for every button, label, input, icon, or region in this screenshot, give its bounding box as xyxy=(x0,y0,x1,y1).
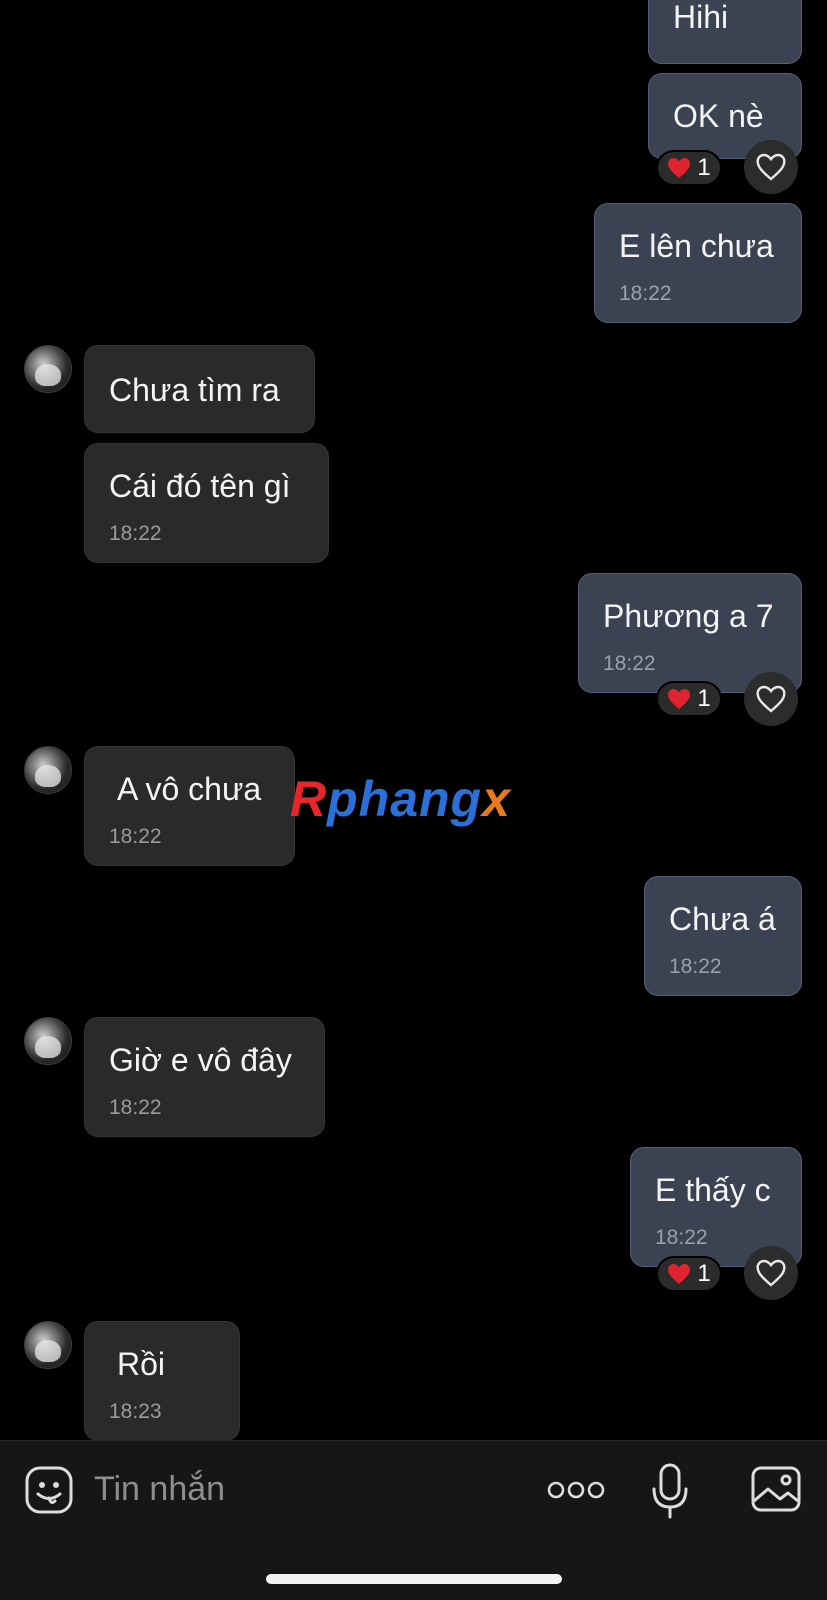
heart-outline-icon xyxy=(756,1259,786,1287)
avatar[interactable] xyxy=(24,345,72,393)
red-heart-icon xyxy=(668,1264,691,1284)
avatar[interactable] xyxy=(24,1017,72,1065)
message-text: Giờ e vô đây xyxy=(109,1042,292,1078)
heart-outline-icon xyxy=(756,685,786,713)
message-time: 18:22 xyxy=(619,282,672,305)
avatar[interactable] xyxy=(24,1321,72,1369)
heart-outline-icon xyxy=(756,153,786,181)
red-heart-icon xyxy=(668,689,691,709)
message-text: A vô chưa xyxy=(117,771,262,807)
watermark-logo: Rphangx xyxy=(290,771,511,827)
reaction-badge[interactable]: 1 xyxy=(656,681,722,717)
like-button[interactable] xyxy=(744,140,798,194)
message-text: OK nè xyxy=(673,98,764,134)
reaction-badge[interactable]: 1 xyxy=(656,150,722,186)
message-time: 18:22 xyxy=(109,1096,162,1119)
message-bubble-sent[interactable]: Hihi xyxy=(648,0,802,64)
microphone-icon[interactable] xyxy=(650,1463,690,1519)
message-text: E thấy c xyxy=(655,1172,771,1208)
message-bubble-received[interactable]: Chưa tìm ra xyxy=(84,345,315,433)
avatar[interactable] xyxy=(24,746,72,794)
message-text: Rồi xyxy=(117,1346,166,1382)
smiley-icon[interactable] xyxy=(24,1465,74,1515)
message-bubble-sent[interactable]: E lên chưa 18:22 xyxy=(594,203,802,323)
message-time: 18:22 xyxy=(109,825,162,848)
more-dots-icon[interactable] xyxy=(546,1475,606,1505)
message-text: Cái đó tên gì xyxy=(109,468,291,504)
image-icon[interactable] xyxy=(750,1465,802,1513)
message-time: 18:22 xyxy=(603,652,656,675)
home-indicator[interactable] xyxy=(266,1574,562,1584)
message-bubble-received[interactable]: Rồi 18:23 xyxy=(84,1321,240,1441)
message-time: 18:22 xyxy=(109,522,162,545)
message-text: Chưa tìm ra xyxy=(109,372,280,408)
message-text: Phương a 7 xyxy=(603,598,774,634)
message-bubble-sent[interactable]: Chưa á 18:22 xyxy=(644,876,802,996)
reaction-count: 1 xyxy=(697,154,711,181)
message-bubble-received[interactable]: Giờ e vô đây 18:22 xyxy=(84,1017,325,1137)
message-text: Chưa á xyxy=(669,901,776,937)
message-time: 18:23 xyxy=(109,1400,162,1423)
red-heart-icon xyxy=(668,158,691,178)
message-text: Hihi xyxy=(673,0,729,35)
message-text: E lên chưa xyxy=(619,228,774,264)
like-button[interactable] xyxy=(744,1246,798,1300)
reaction-badge[interactable]: 1 xyxy=(656,1256,722,1292)
like-button[interactable] xyxy=(744,672,798,726)
reaction-count: 1 xyxy=(697,685,711,712)
message-time: 18:22 xyxy=(655,1226,708,1249)
message-time: 18:22 xyxy=(669,955,722,978)
reaction-count: 1 xyxy=(697,1260,711,1287)
message-input[interactable]: Tin nhắn xyxy=(94,1469,225,1509)
message-bubble-received[interactable]: A vô chưa 18:22 xyxy=(84,746,295,866)
message-bubble-received[interactable]: Cái đó tên gì 18:22 xyxy=(84,443,329,563)
